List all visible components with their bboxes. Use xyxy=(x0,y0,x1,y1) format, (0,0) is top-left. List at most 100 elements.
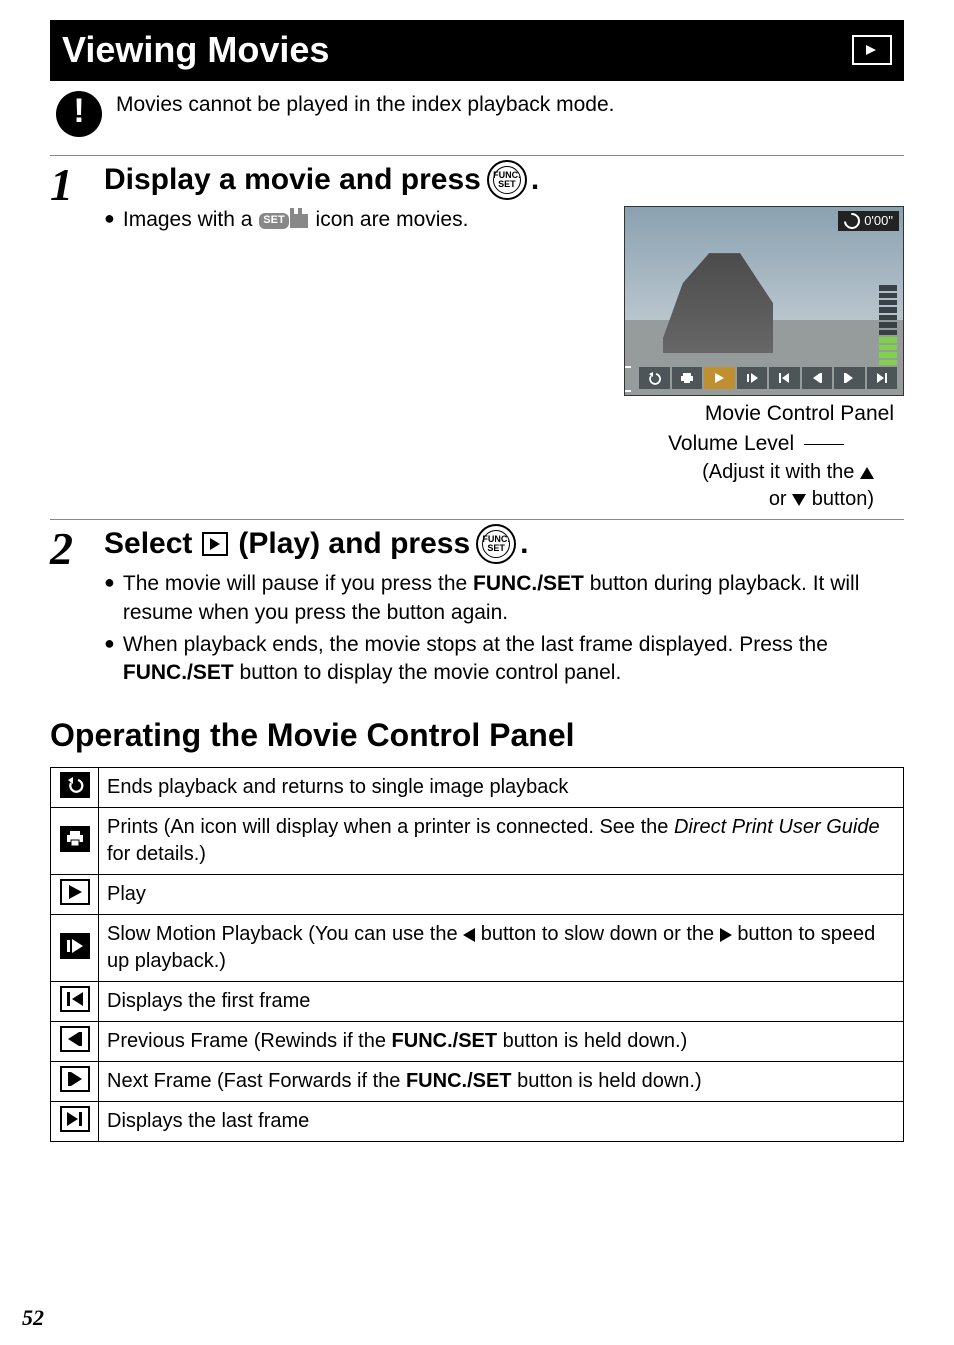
step-2-heading: Select (Play) and press FUNC.SET . xyxy=(104,524,904,565)
text: button is held down.) xyxy=(512,1070,702,1092)
op-text: Next Frame (Fast Forwards if the FUNC./S… xyxy=(99,1061,904,1101)
text: Previous Frame (Rewinds if the xyxy=(107,1030,392,1052)
table-row: Displays the last frame xyxy=(51,1101,904,1141)
set-chip-icon: SET xyxy=(259,213,288,229)
period: . xyxy=(531,160,539,201)
text: Next Frame (Fast Forwards if the xyxy=(107,1070,406,1092)
volume-level-label: Volume Level xyxy=(668,432,794,455)
text: icon are movies. xyxy=(316,208,469,231)
text: When playback ends, the movie stops at t… xyxy=(123,631,904,688)
text: Slow Motion Playback (You can use the xyxy=(107,923,463,945)
text: button to slow down or the xyxy=(481,923,720,945)
table-row: Slow Motion Playback (You can use the bu… xyxy=(51,914,904,981)
bullet-icon: ● xyxy=(104,631,115,656)
bullet-icon: ● xyxy=(104,570,115,595)
text: When playback ends, the movie stops at t… xyxy=(123,633,828,656)
text: Images with a xyxy=(123,208,253,231)
section-heading: Operating the Movie Control Panel xyxy=(50,714,904,757)
right-arrow-icon xyxy=(720,928,732,942)
movie-control-strip xyxy=(639,367,897,389)
title-bar: Viewing Movies xyxy=(50,20,904,81)
guide-title: Direct Print User Guide xyxy=(674,816,880,838)
movie-preview-image: 0'00" xyxy=(624,206,904,396)
movie-indicator-icon xyxy=(290,214,308,228)
func-set-label: FUNC./SET xyxy=(123,661,234,684)
slow-motion-icon xyxy=(60,933,90,959)
next-frame-icon xyxy=(60,1066,90,1092)
text: Prints (An icon will display when a prin… xyxy=(107,816,674,838)
table-row: Next Frame (Fast Forwards if the FUNC./S… xyxy=(51,1061,904,1101)
text: Select xyxy=(104,524,192,565)
text: button is held down.) xyxy=(497,1030,687,1052)
op-text: Ends playback and returns to single imag… xyxy=(99,767,904,807)
op-text: Displays the last frame xyxy=(99,1101,904,1141)
op-text: Displays the first frame xyxy=(99,981,904,1021)
ctrl-back-icon xyxy=(639,367,670,389)
bullet-icon: ● xyxy=(104,206,115,231)
adjust-hint: (Adjust it with the or button) xyxy=(624,459,904,513)
preview-block: 0'00" xyxy=(624,206,904,513)
playback-mode-icon xyxy=(852,35,892,65)
preview-captions: Movie Control Panel Volume Level (Adjust… xyxy=(624,400,904,513)
step-1-heading-text: Display a movie and press xyxy=(104,160,481,201)
func-set-button-icon: FUNC.SET xyxy=(476,524,516,564)
text: for details.) xyxy=(107,843,206,865)
ctrl-last-icon xyxy=(867,367,898,389)
table-row: Ends playback and returns to single imag… xyxy=(51,767,904,807)
op-text: Prints (An icon will display when a prin… xyxy=(99,807,904,874)
prev-frame-icon xyxy=(60,1026,90,1052)
period: . xyxy=(520,524,528,565)
step-2-bullet-2: ● When playback ends, the movie stops at… xyxy=(104,631,904,688)
op-text: Slow Motion Playback (You can use the bu… xyxy=(99,914,904,981)
text: (Adjust it with the xyxy=(702,461,854,483)
text: The movie will pause if you press the FU… xyxy=(123,570,904,627)
play-icon xyxy=(60,879,90,905)
step-number: 1 xyxy=(50,160,94,513)
leader-line xyxy=(804,444,844,445)
warning-note: ! Movies cannot be played in the index p… xyxy=(56,91,904,137)
volume-meter xyxy=(879,285,897,365)
page-title: Viewing Movies xyxy=(62,26,329,75)
func-set-label: FUNC./SET xyxy=(473,572,584,595)
ctrl-play-icon xyxy=(704,367,735,389)
time-badge: 0'00" xyxy=(838,211,899,231)
play-button-icon xyxy=(202,532,228,556)
exclamation-icon: ! xyxy=(56,91,102,137)
page-number: 52 xyxy=(22,1303,44,1333)
movie-control-panel-label: Movie Control Panel xyxy=(624,400,904,428)
ctrl-prevframe-icon xyxy=(802,367,833,389)
step-2: 2 Select (Play) and press FUNC.SET . ● T… xyxy=(50,519,904,692)
first-frame-icon xyxy=(60,986,90,1012)
down-arrow-icon xyxy=(792,494,806,506)
ctrl-nextframe-icon xyxy=(834,367,865,389)
table-row: Play xyxy=(51,874,904,914)
ctrl-print-icon xyxy=(672,367,703,389)
func-set-label: FUNC./SET xyxy=(406,1070,512,1092)
text: button) xyxy=(812,488,874,510)
step-1-heading: Display a movie and press FUNC.SET . xyxy=(104,160,904,201)
step-1-bullet-text: Images with a SET icon are movies. xyxy=(123,206,469,234)
text: (Play) and press xyxy=(238,524,470,565)
ctrl-slow-icon xyxy=(737,367,768,389)
print-icon xyxy=(60,826,90,852)
step-1-bullet: ● Images with a SET icon are movies. xyxy=(104,206,604,234)
text: The movie will pause if you press the xyxy=(123,572,473,595)
left-arrow-icon xyxy=(463,928,475,942)
step-number: 2 xyxy=(50,524,94,692)
bracket-icon xyxy=(624,365,635,393)
text: or xyxy=(769,488,787,510)
table-row: Displays the first frame xyxy=(51,981,904,1021)
table-row: Previous Frame (Rewinds if the FUNC./SET… xyxy=(51,1021,904,1061)
op-text: Previous Frame (Rewinds if the FUNC./SET… xyxy=(99,1021,904,1061)
warning-text: Movies cannot be played in the index pla… xyxy=(116,91,614,119)
func-set-label: FUNC./SET xyxy=(392,1030,498,1052)
op-text: Play xyxy=(99,874,904,914)
func-set-button-icon: FUNC.SET xyxy=(487,160,527,200)
last-frame-icon xyxy=(60,1106,90,1132)
table-row: Prints (An icon will display when a prin… xyxy=(51,807,904,874)
ctrl-first-icon xyxy=(769,367,800,389)
step-1: 1 Display a movie and press FUNC.SET . ●… xyxy=(50,155,904,513)
back-icon xyxy=(60,772,90,798)
up-arrow-icon xyxy=(860,467,874,479)
operations-table: Ends playback and returns to single imag… xyxy=(50,767,904,1142)
